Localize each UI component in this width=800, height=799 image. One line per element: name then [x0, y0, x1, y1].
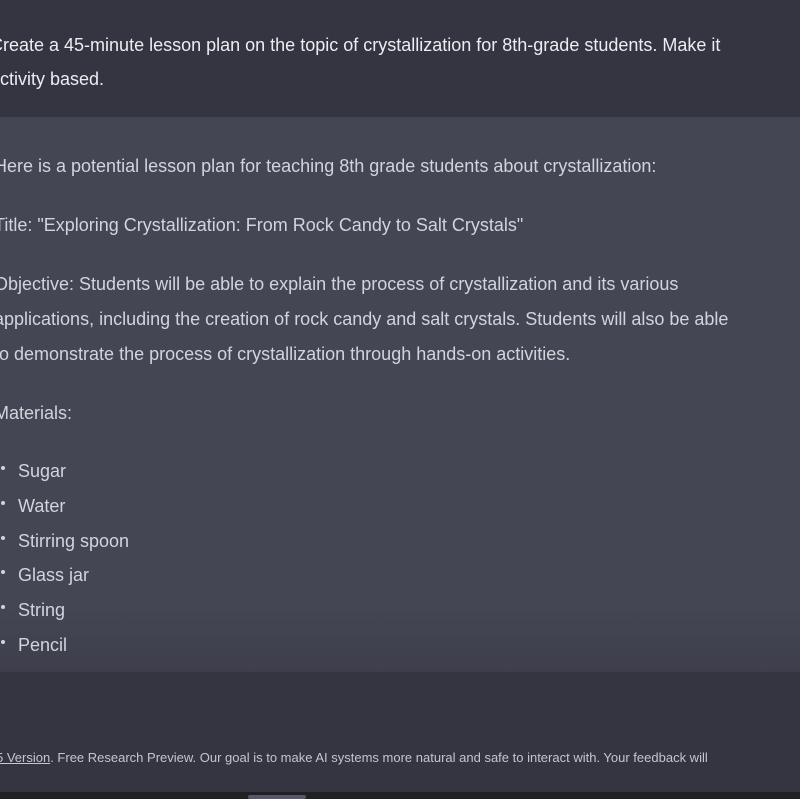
materials-heading: Materials:	[0, 403, 73, 423]
list-item: Water	[0, 489, 129, 524]
assistant-intro: Here is a potential lesson plan for teac…	[0, 156, 657, 176]
objective-line: to demonstrate the process of crystalliz…	[0, 344, 571, 364]
bullet-icon	[1, 500, 5, 505]
footer-text: 5 Version. Free Research Preview. Our go…	[0, 749, 708, 767]
list-item: Pencil	[0, 628, 129, 663]
footer-disclaimer: . Free Research Preview. Our goal is to …	[50, 750, 708, 765]
user-message-line: activity based.	[0, 69, 105, 89]
material-label: Glass jar	[18, 565, 90, 586]
scrollbar-handle[interactable]	[248, 795, 306, 799]
material-label: Water	[18, 495, 66, 516]
materials-list: Sugar Water Stirring spoon Glass jar Str…	[0, 454, 129, 663]
bullet-icon	[1, 570, 5, 575]
chat-page: Create a 45-minute lesson plan on the to…	[0, 0, 800, 799]
material-label: String	[18, 600, 66, 621]
bullet-icon	[1, 639, 5, 644]
bottom-strip	[0, 792, 800, 799]
bullet-icon	[1, 466, 5, 470]
list-item: String	[0, 593, 129, 628]
bullet-icon	[1, 535, 5, 540]
footer: 5 Version. Free Research Preview. Our go…	[0, 734, 800, 799]
version-link[interactable]: 5 Version	[0, 750, 50, 765]
material-label: Stirring spoon	[18, 530, 130, 551]
user-message-text: Create a 45-minute lesson plan on the to…	[0, 28, 800, 96]
list-item: Glass jar	[0, 558, 129, 593]
bullet-icon	[1, 605, 5, 610]
material-label: Pencil	[18, 634, 68, 655]
input-area	[0, 672, 800, 734]
material-label: Sugar	[18, 461, 67, 481]
user-message-line: Create a 45-minute lesson plan on the to…	[0, 35, 721, 55]
objective-line: applications, including the creation of …	[0, 309, 729, 329]
objective-line: Objective: Students will be able to expl…	[0, 274, 679, 294]
assistant-message: Here is a potential lesson plan for teac…	[0, 117, 800, 673]
list-item: Sugar	[0, 454, 129, 489]
lesson-objective: Objective: Students will be able to expl…	[0, 267, 800, 372]
lesson-title: Title: "Exploring Crystallization: From …	[0, 215, 524, 235]
user-message: Create a 45-minute lesson plan on the to…	[0, 0, 800, 118]
list-item: Stirring spoon	[0, 524, 129, 559]
